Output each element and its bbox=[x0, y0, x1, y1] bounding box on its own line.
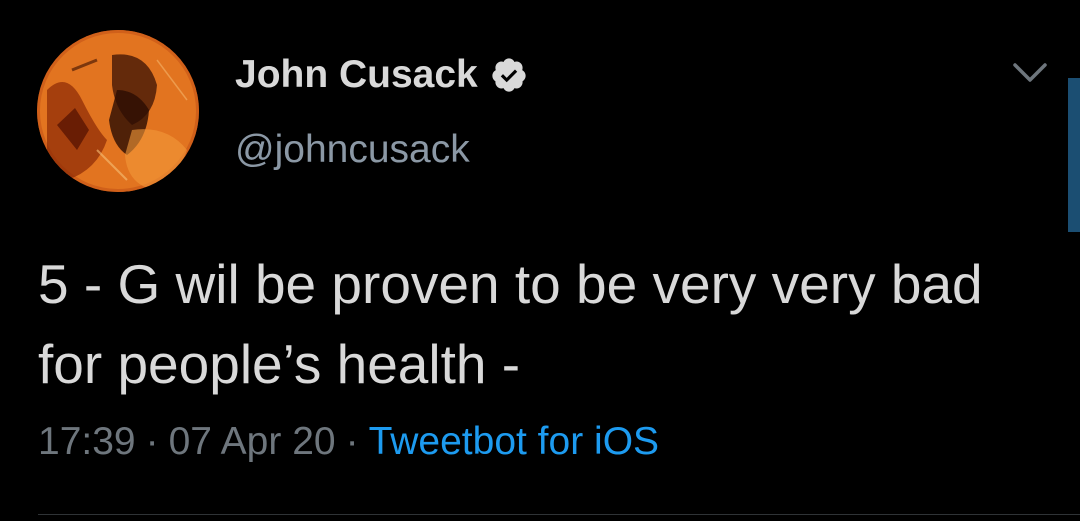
meta-separator: · bbox=[345, 420, 359, 463]
scrollbar[interactable] bbox=[1068, 78, 1080, 232]
chevron-down-icon[interactable] bbox=[1012, 62, 1048, 84]
user-handle[interactable]: @johncusack bbox=[235, 128, 470, 172]
profile-avatar[interactable] bbox=[37, 30, 199, 192]
tweet-source-link[interactable]: Tweetbot for iOS bbox=[369, 420, 659, 463]
author-row: John Cusack bbox=[235, 52, 528, 98]
display-name[interactable]: John Cusack bbox=[235, 53, 478, 97]
tweet-date[interactable]: 07 Apr 20 bbox=[169, 420, 336, 463]
meta-separator: · bbox=[145, 420, 159, 463]
tweet-card: John Cusack @johncusack 5 - G wil be pro… bbox=[0, 0, 1080, 521]
tweet-text: 5 - G wil be proven to be very very bad … bbox=[38, 253, 998, 395]
verified-badge-icon bbox=[490, 56, 528, 94]
divider bbox=[38, 514, 1080, 515]
avatar-image bbox=[37, 30, 199, 192]
tweet-time[interactable]: 17:39 bbox=[38, 420, 136, 463]
tweet-meta: 17:39 · 07 Apr 20 · Tweetbot for iOS bbox=[38, 420, 659, 464]
